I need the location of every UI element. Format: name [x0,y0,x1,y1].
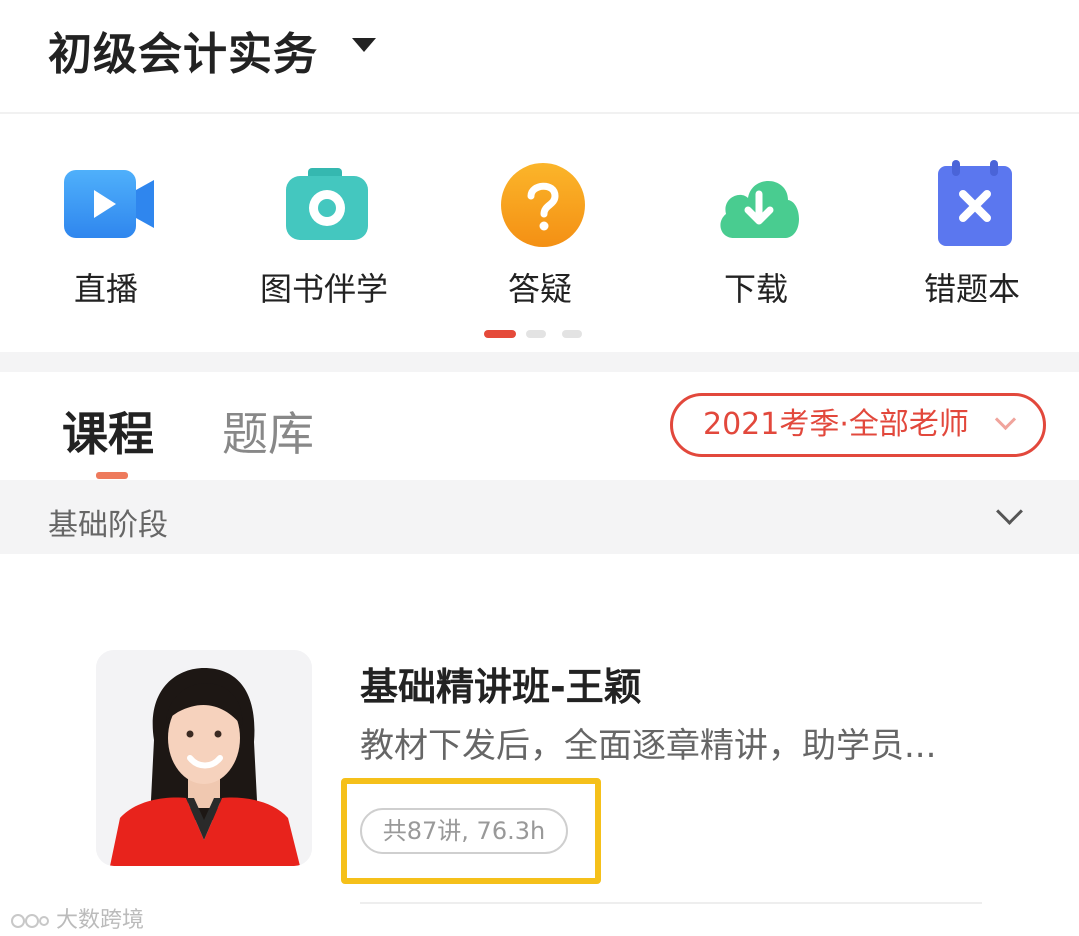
wrong-notebook-icon [938,160,1012,246]
season-teacher-filter[interactable]: 2021考季·全部老师 [670,393,1046,457]
course-title[interactable]: 基础精讲班-王颖 [360,656,642,711]
question-icon [501,163,585,247]
shortcut-download[interactable]: 下载 [656,160,856,310]
chevron-down-icon[interactable] [996,498,1023,525]
watermark-text: 大数跨境 [56,908,145,933]
shortcut-wrong-notebook-label: 错题本 [923,270,1020,308]
chevron-down-icon [994,408,1017,431]
filter-label: 2021考季·全部老师 [703,407,969,442]
app-header: 初级会计实务 [0,0,1079,112]
subject-dropdown-icon[interactable] [352,38,376,52]
header-divider [0,112,1079,114]
teacher-avatar[interactable] [96,650,312,866]
section-separator [0,352,1079,372]
stage-label: 基础阶段 [48,508,168,543]
shortcut-book-study[interactable]: 图书伴学 [224,160,424,310]
pager-dot-active[interactable] [484,330,516,338]
card-divider [360,902,982,904]
tab-courses[interactable]: 课程 [62,398,154,464]
course-meta-badge: 共87讲, 76.3h [360,808,568,854]
shortcut-live-label: 直播 [73,270,138,308]
course-description: 教材下发后，全面逐章精讲，助学员... [360,726,937,766]
tab-question-bank[interactable]: 题库 [222,398,314,464]
stage-selector[interactable]: 基础阶段 [0,480,1079,554]
shortcut-qa[interactable]: 答疑 [440,160,640,310]
shortcut-qa-label: 答疑 [507,270,572,308]
subject-title[interactable]: 初级会计实务 [48,18,318,82]
pager-dot[interactable] [562,330,582,338]
shortcut-wrong-notebook[interactable]: 错题本 [872,160,1072,310]
download-cloud-icon [720,180,799,238]
live-video-icon [64,170,154,238]
shortcut-download-label: 下载 [723,270,788,308]
shortcut-live[interactable]: 直播 [6,160,206,310]
teacher-portrait [96,650,312,866]
shortcut-book-study-label: 图书伴学 [259,270,388,308]
watermark: 大数跨境 [10,902,144,934]
active-tab-indicator [96,472,128,479]
watermark-logo-icon [11,914,49,928]
camera-icon [286,168,368,240]
pager-dot[interactable] [526,330,546,338]
